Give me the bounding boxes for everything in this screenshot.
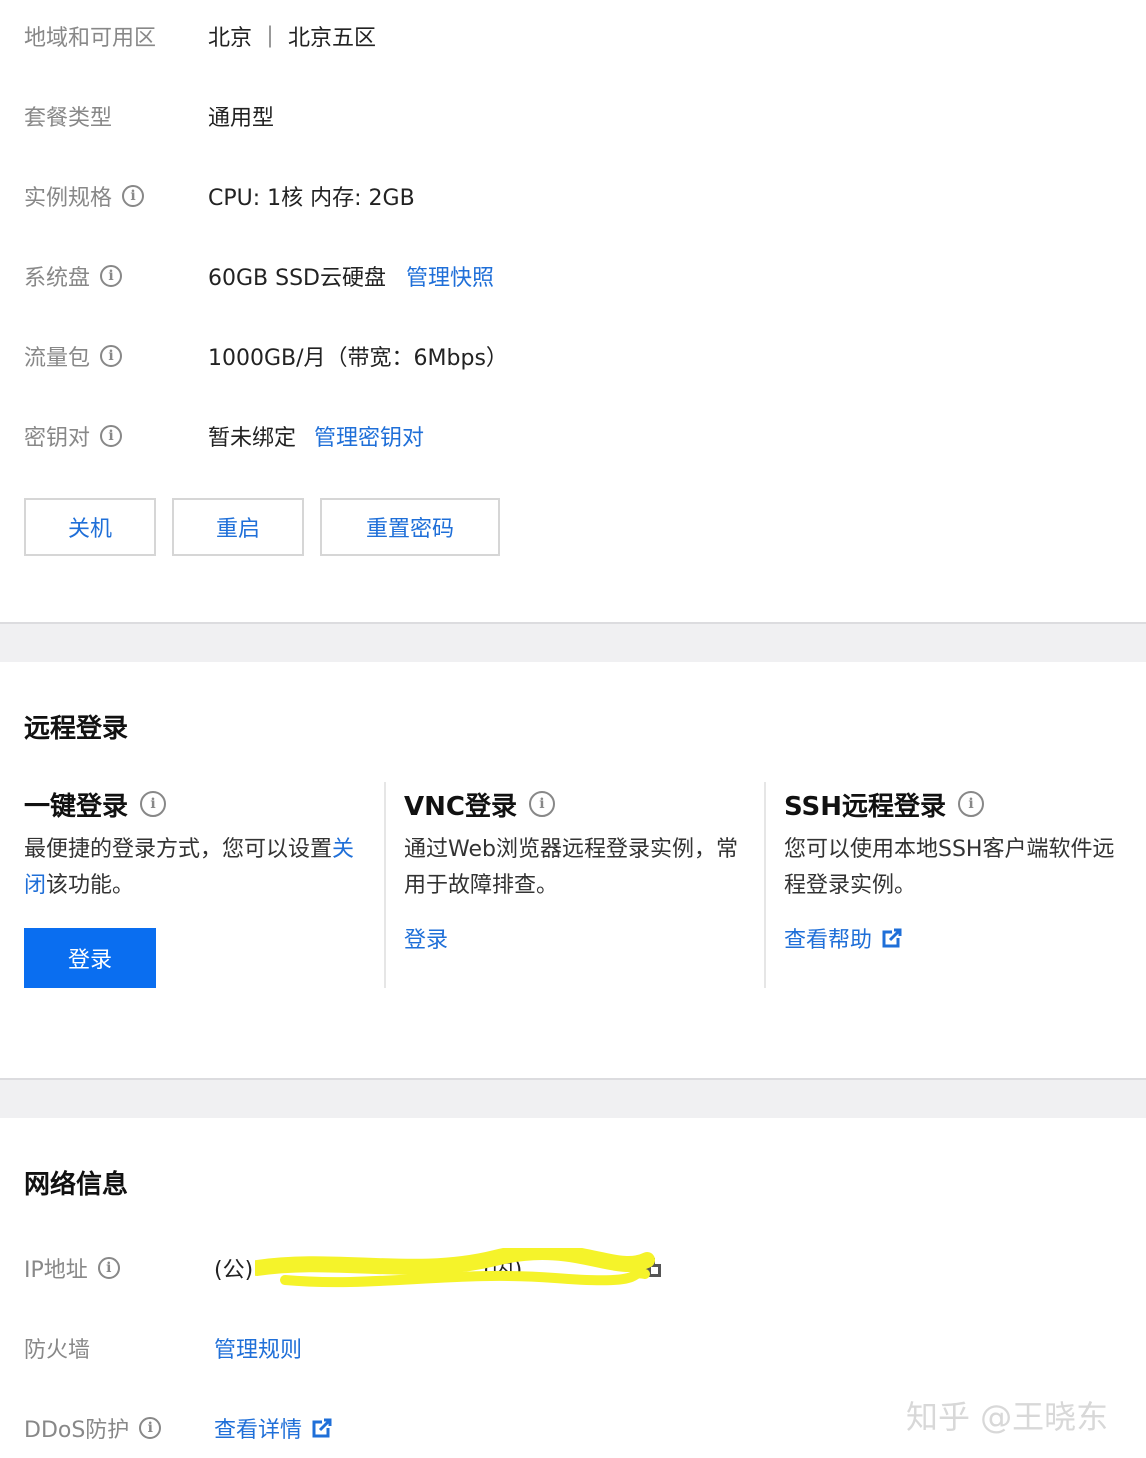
spec-row-keypair: 密钥对 i 暂未绑定 管理密钥对 — [24, 416, 424, 456]
spec-value: 北京 ｜ 北京五区 — [208, 26, 376, 51]
manage-keypair-link[interactable]: 管理密钥对 — [314, 420, 424, 452]
spec-label: 流量包 — [24, 346, 91, 371]
spec-row-traffic: 流量包 i 1000GB/月（带宽：6Mbps） — [24, 336, 508, 376]
spec-label: 实例规格 — [24, 186, 113, 211]
vnc-login-panel: VNC登录 i 通过Web浏览器远程登录实例，常用于故障排查。 登录 — [404, 782, 744, 988]
spec-value: 通用型 — [208, 106, 275, 131]
vnc-login-link[interactable]: 登录 — [404, 922, 744, 954]
manage-rules-link[interactable]: 管理规则 — [214, 1332, 302, 1364]
reset-password-button[interactable]: 重置密码 — [320, 498, 500, 556]
ssh-login-panel: SSH远程登录 i 您可以使用本地SSH客户端软件远程登录实例。 查看帮助 — [784, 782, 1134, 988]
shutdown-button[interactable]: 关机 — [24, 498, 156, 556]
info-icon[interactable]: i — [958, 791, 985, 817]
spec-value: CPU: 1核 内存: 2GB — [208, 186, 415, 211]
spec-row-package: 套餐类型 通用型 — [24, 96, 274, 136]
remote-login-title: 远程登录 — [24, 714, 129, 744]
network-title: 网络信息 — [24, 1170, 129, 1200]
ddos-detail-link[interactable]: 查看详情 — [214, 1412, 302, 1444]
info-icon[interactable]: i — [100, 345, 123, 367]
column-divider — [384, 782, 386, 988]
spec-label-wrap: 密钥对 i — [24, 420, 208, 452]
column-divider — [764, 782, 766, 988]
spec-label: 系统盘 — [24, 266, 91, 291]
ssh-help-link[interactable]: 查看帮助 — [784, 922, 872, 954]
info-icon[interactable]: i — [122, 185, 145, 207]
vnc-desc: 通过Web浏览器远程登录实例，常用于故障排查。 — [404, 837, 738, 898]
ip-label: IP地址 — [24, 1258, 88, 1283]
spec-label-wrap: DDoS防护 i — [24, 1412, 214, 1444]
spec-value: 1000GB/月（带宽：6Mbps） — [208, 346, 508, 371]
redaction-scribble — [255, 1248, 655, 1288]
spec-label: 套餐类型 — [24, 106, 113, 131]
one-click-desc-suffix: 该功能。 — [46, 873, 135, 898]
spec-label-wrap: 实例规格 i — [24, 180, 208, 212]
spec-row-region: 地域和可用区 北京 ｜ 北京五区 — [24, 16, 376, 56]
firewall-label: 防火墙 — [24, 1338, 91, 1363]
spec-label-wrap: 流量包 i — [24, 340, 208, 372]
ssh-help-row: 查看帮助 — [784, 922, 1134, 954]
public-ip-prefix: (公) — [214, 1258, 254, 1283]
info-icon[interactable]: i — [100, 265, 123, 287]
one-click-desc-text: 最便捷的登录方式，您可以设置 — [24, 837, 333, 862]
spec-value: 60GB SSD云硬盘 — [208, 266, 386, 291]
network-row-firewall: 防火墙 管理规则 — [24, 1328, 302, 1368]
spec-row-instance: 实例规格 i CPU: 1核 内存: 2GB — [24, 176, 415, 216]
info-icon[interactable]: i — [97, 1257, 120, 1279]
one-click-title: 一键登录 — [24, 791, 129, 822]
section-divider — [0, 622, 1146, 662]
external-link-icon[interactable] — [312, 1418, 333, 1438]
section-divider — [0, 1078, 1146, 1118]
spec-label-wrap: IP地址 i — [24, 1252, 208, 1284]
spec-row-disk: 系统盘 i 60GB SSD云硬盘 管理快照 — [24, 256, 494, 296]
spec-value: 暂未绑定 — [208, 426, 297, 451]
info-icon[interactable]: i — [100, 425, 123, 447]
one-click-login-button[interactable]: 登录 — [24, 928, 156, 988]
vnc-title-row: VNC登录 i — [404, 782, 744, 826]
one-click-title-row: 一键登录 i — [24, 782, 364, 826]
spec-label: 密钥对 — [24, 426, 91, 451]
ddos-label: DDoS防护 — [24, 1418, 130, 1443]
info-icon[interactable]: i — [139, 1417, 162, 1439]
spec-label: 地域和可用区 — [24, 26, 157, 51]
network-row-ddos: DDoS防护 i 查看详情 — [24, 1408, 333, 1448]
external-link-icon[interactable] — [882, 928, 903, 948]
spec-label-wrap: 系统盘 i — [24, 260, 208, 292]
ssh-desc: 您可以使用本地SSH客户端软件远程登录实例。 — [784, 837, 1115, 898]
ssh-title-row: SSH远程登录 i — [784, 782, 1134, 826]
ssh-title: SSH远程登录 — [784, 791, 947, 822]
info-icon[interactable]: i — [140, 791, 167, 817]
info-icon[interactable]: i — [528, 791, 555, 817]
manage-snapshot-link[interactable]: 管理快照 — [406, 260, 494, 292]
restart-button[interactable]: 重启 — [172, 498, 304, 556]
vnc-title: VNC登录 — [404, 791, 517, 822]
watermark: 知乎 @王晓东 — [906, 1398, 1109, 1436]
one-click-desc: 最便捷的登录方式，您可以设置关闭该功能。 — [24, 832, 364, 904]
